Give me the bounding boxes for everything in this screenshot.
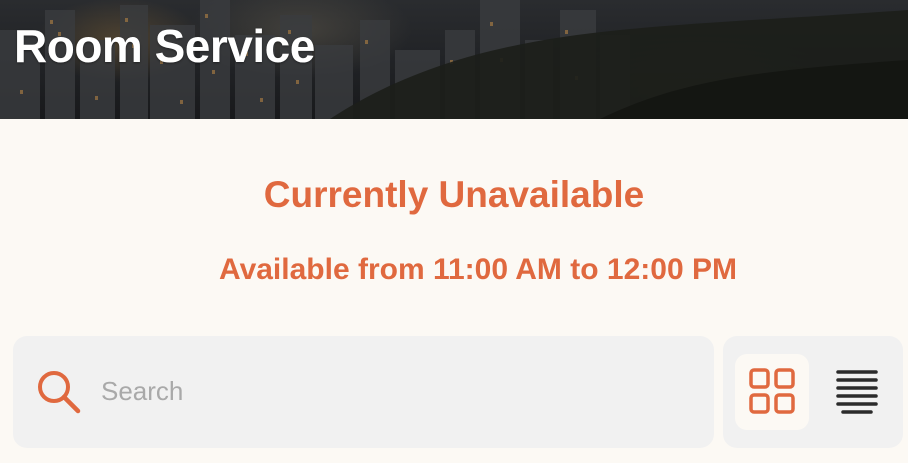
search-input[interactable] [99, 372, 683, 410]
page-title: Room Service [14, 20, 315, 72]
view-toggle [723, 336, 903, 448]
availability-status-title: Currently Unavailable [263, 174, 645, 215]
search-bar[interactable] [13, 336, 714, 448]
list-view-icon [836, 370, 878, 414]
availability-hours-text: Available from 11:00 AM to 12:00 PM [219, 253, 737, 286]
hero-banner: Room Service [0, 0, 908, 119]
grid-view-icon [749, 368, 795, 414]
search-icon [38, 371, 81, 414]
grid-view-button[interactable] [735, 354, 809, 430]
list-view-button[interactable] [829, 356, 887, 428]
